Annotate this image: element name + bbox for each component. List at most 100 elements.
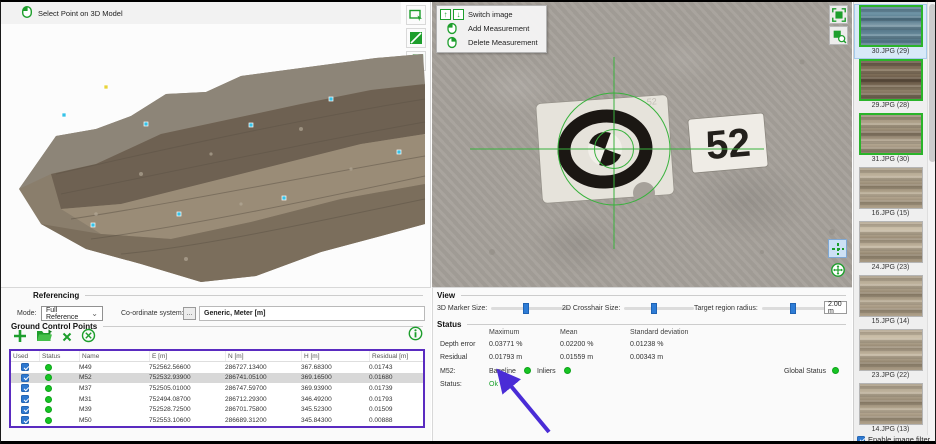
gcp-info-button[interactable] <box>408 326 423 344</box>
select-point-label: Select Point on 3D Model <box>38 9 123 18</box>
arrow-down-icon: ↓ <box>453 9 464 20</box>
thumbnail-item[interactable]: 30.JPG (29) <box>855 5 926 58</box>
divider <box>85 295 423 296</box>
gcp-table-row[interactable]: M31 752494.08700 286712.29300 346.49200 … <box>11 394 423 405</box>
gcp-table-row[interactable]: M52 752532.93900 286741.05100 369.16500 … <box>11 373 423 384</box>
thumbnail-item[interactable]: 29.JPG (28) <box>855 59 926 112</box>
point-name: M37 <box>79 385 149 392</box>
thumbnail-image[interactable] <box>859 167 923 209</box>
thumbnail-label: 24.JPG (23) <box>855 263 926 272</box>
gcp-table-row[interactable]: M37 752505.01000 286747.59700 369.93900 … <box>11 383 423 394</box>
gcp-table-row[interactable]: M49 752562.56600 286727.13400 367.68300 … <box>11 362 423 373</box>
used-checkbox[interactable] <box>21 395 29 403</box>
col-residual: Residual [m] <box>369 351 423 361</box>
divider <box>467 324 846 325</box>
thumbnail-label: 30.JPG (29) <box>855 47 926 56</box>
3d-model-rock-mesh <box>1 24 431 287</box>
thumbnail-image[interactable] <box>859 275 923 317</box>
thumbnail-item[interactable]: 23.JPG (22) <box>855 329 926 382</box>
gcp-table-row[interactable]: M50 752553.10600 286689.31200 345.84300 … <box>11 415 423 426</box>
slider-handle[interactable] <box>651 303 657 314</box>
thumbnail-scrollbar[interactable] <box>927 2 936 444</box>
point-residual: 0.00888 <box>369 417 423 424</box>
center-crosshair-button[interactable] <box>828 239 847 258</box>
marker-size-slider[interactable] <box>491 307 569 310</box>
thumbnail-image[interactable] <box>859 59 923 101</box>
used-checkbox[interactable] <box>21 416 29 424</box>
select-region-button[interactable] <box>406 5 426 25</box>
used-checkbox[interactable] <box>21 363 29 371</box>
coordinate-system-field[interactable]: Generic, Meter [m] <box>199 306 425 321</box>
thumbnail-list: 30.JPG (29) 29.JPG (28) 31.JPG (30) 16.J… <box>855 4 926 436</box>
thumbnail-image[interactable] <box>859 221 923 263</box>
status-title: Status <box>437 320 461 329</box>
point-residual: 0.01793 <box>369 396 423 403</box>
switch-image-hint: ↑ ↓ Switch image <box>440 8 538 21</box>
mode-select[interactable]: Full Reference ⌄ <box>41 306 103 321</box>
thumbnail-label: 15.JPG (14) <box>855 317 926 326</box>
point-h: 345.52300 <box>301 406 369 413</box>
marker-faint-number: 52 <box>646 96 657 107</box>
remove-point-button[interactable] <box>62 330 72 345</box>
residual-label: Residual <box>440 354 467 361</box>
image-filter-label: Enable image filter <box>868 435 930 444</box>
mouse-right-icon <box>446 36 458 49</box>
thumbnail-image[interactable] <box>859 329 923 371</box>
slider-handle[interactable] <box>790 303 796 314</box>
pan-view-button[interactable] <box>828 260 847 279</box>
status-dot <box>45 385 52 392</box>
slider-handle[interactable] <box>523 303 529 314</box>
gcp-table-row[interactable]: M39 752528.72500 286701.75800 345.52300 … <box>11 404 423 415</box>
image-nav-tools <box>828 239 847 279</box>
thumbnail-item[interactable]: 15.JPG (14) <box>855 275 926 328</box>
add-point-button[interactable] <box>13 329 27 346</box>
model-3d-viewport[interactable]: Select Point on 3D Model <box>1 2 431 287</box>
zoom-region-button[interactable] <box>829 26 848 45</box>
col-used: Used <box>11 351 39 361</box>
status-col-mean: Mean <box>560 329 578 336</box>
fit-view-button[interactable] <box>829 5 848 24</box>
thumbnail-label: 16.JPG (15) <box>855 209 926 218</box>
image-filter-checkbox[interactable] <box>857 436 865 444</box>
thumbnail-image[interactable] <box>859 383 923 425</box>
thumbnail-item[interactable]: 16.JPG (15) <box>855 167 926 220</box>
thumbnail-item[interactable]: 14.JPG (13) <box>855 383 926 436</box>
coordinate-browse-button[interactable]: ... <box>183 307 196 320</box>
point-residual: 0.01509 <box>369 406 423 413</box>
depth-error-label: Depth error <box>440 341 475 348</box>
image-2d-viewport[interactable]: 52 52 <box>432 2 852 287</box>
used-checkbox[interactable] <box>21 374 29 382</box>
crosshair-size-slider[interactable] <box>624 307 694 310</box>
used-checkbox[interactable] <box>21 384 29 392</box>
thumbnail-item[interactable]: 31.JPG (30) <box>855 113 926 166</box>
select-region-icon <box>408 7 424 23</box>
target-radius-label: Target region radius: <box>694 305 758 312</box>
import-points-button[interactable] <box>36 329 53 345</box>
thumbnail-image[interactable] <box>859 5 923 47</box>
target-radius-field[interactable]: 2.00 m <box>824 301 847 314</box>
global-status-dot <box>832 367 839 374</box>
residual-max: 0.01793 m <box>489 354 522 361</box>
thumbnail-label: 23.JPG (22) <box>855 371 926 380</box>
thumbnail-item[interactable]: 24.JPG (23) <box>855 221 926 274</box>
plus-icon <box>13 329 27 343</box>
point-h: 369.16500 <box>301 374 369 381</box>
used-checkbox[interactable] <box>21 406 29 414</box>
coordinate-system-label: Co-ordinate system: <box>121 310 184 317</box>
point-e: 752562.56600 <box>149 364 225 371</box>
clear-points-button[interactable] <box>81 328 96 346</box>
target-radius-slider[interactable] <box>762 307 832 310</box>
global-status-label: Global Status <box>784 368 826 375</box>
model-toolbar: Select Point on 3D Model <box>1 2 401 24</box>
point-h: 369.93900 <box>301 385 369 392</box>
scrollbar-thumb[interactable] <box>929 4 936 162</box>
depth-error-std: 0.01238 % <box>630 341 663 348</box>
thumbnail-image[interactable] <box>859 113 923 155</box>
view-title: View <box>437 291 455 300</box>
crosshair-size-group: 2D Crosshair Size: <box>562 305 694 312</box>
divider <box>103 326 423 327</box>
chevron-down-icon: ⌄ <box>91 309 98 318</box>
select-point-button[interactable]: Select Point on 3D Model <box>21 5 123 21</box>
col-h: H [m] <box>301 351 369 361</box>
point-e: 752505.01000 <box>149 385 225 392</box>
